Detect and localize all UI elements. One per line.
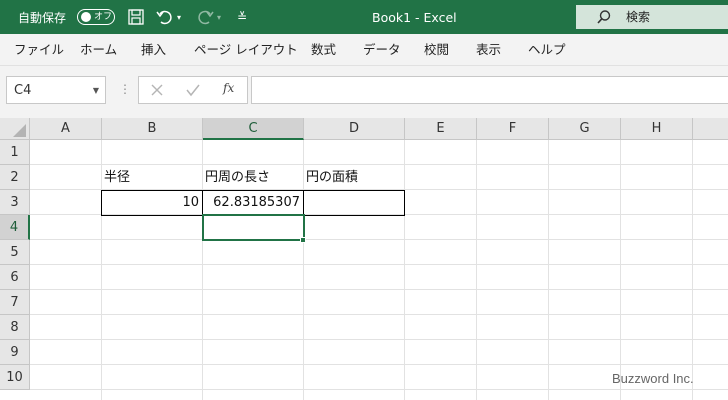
column-header-b[interactable]: B [102, 118, 203, 140]
tab-page-layout[interactable]: ページ レイアウト [194, 34, 298, 66]
row-header-6[interactable]: 6 [0, 265, 30, 290]
window-title: Book1 - Excel [372, 9, 457, 25]
gridline [404, 140, 405, 400]
cell-d2[interactable]: 円の面積 [306, 165, 404, 190]
watermark: Buzzword Inc. [612, 371, 694, 386]
undo-dropdown-icon[interactable]: ▾ [177, 0, 181, 34]
selected-cell-c4[interactable] [202, 214, 305, 241]
tab-file[interactable]: ファイル [14, 34, 64, 66]
ribbon-tabs: ファイル ホーム 挿入 ページ レイアウト 数式 データ 校閲 表示 ヘルプ [0, 34, 728, 66]
gridline [692, 140, 693, 400]
search-icon [596, 9, 612, 29]
autosave-state: オフ [94, 12, 113, 22]
row-header-9[interactable]: 9 [0, 340, 30, 365]
gridline [548, 140, 549, 400]
redo-dropdown-icon[interactable]: ▾ [217, 0, 221, 34]
tab-insert[interactable]: 挿入 [141, 34, 166, 66]
enter-icon[interactable] [186, 82, 200, 101]
gridline [476, 140, 477, 400]
search-label: 検索 [626, 10, 651, 24]
select-all-corner[interactable] [0, 118, 30, 140]
fill-handle[interactable] [300, 237, 306, 243]
name-box-value: C4 [14, 83, 32, 98]
autosave-label: 自動保存 [18, 10, 67, 25]
cell-c3[interactable]: 62.83185307 [203, 190, 303, 215]
row-header-4[interactable]: 4 [0, 215, 30, 240]
row-header-5[interactable]: 5 [0, 240, 30, 265]
spreadsheet-grid: A B C D E F G H 1 2 3 4 5 6 7 8 9 10 半径 … [0, 118, 728, 400]
save-icon[interactable] [127, 0, 145, 34]
tab-data[interactable]: データ [363, 34, 401, 66]
column-header-e[interactable]: E [405, 118, 477, 140]
cell-d3[interactable] [305, 190, 404, 215]
row-header-2[interactable]: 2 [0, 165, 30, 190]
row-header-3[interactable]: 3 [0, 190, 30, 215]
row-header-1[interactable]: 1 [0, 140, 30, 165]
autosave-toggle[interactable]: オフ [77, 9, 115, 25]
tab-home[interactable]: ホーム [80, 34, 117, 66]
cell-b2[interactable]: 半径 [104, 165, 202, 190]
gridline [101, 140, 102, 400]
row-header-10[interactable]: 10 [0, 365, 30, 390]
search-box[interactable]: 検索 [576, 5, 728, 29]
column-header-d[interactable]: D [304, 118, 405, 140]
gridline [303, 140, 304, 400]
redo-icon[interactable] [196, 0, 214, 34]
tab-formulas[interactable]: 数式 [311, 34, 336, 66]
column-header-c[interactable]: C [203, 118, 304, 140]
column-header-i[interactable] [693, 118, 728, 140]
formula-input[interactable] [251, 76, 728, 104]
title-bar: 自動保存 オフ ▾ ▾ ≚ Book1 - Excel 検索 [0, 0, 728, 34]
row-header-7[interactable]: 7 [0, 290, 30, 315]
formula-buttons: fx [138, 76, 248, 104]
formula-bar: C4 ▼ ⋮ fx [0, 66, 728, 118]
column-header-g[interactable]: G [549, 118, 621, 140]
column-header-a[interactable]: A [30, 118, 102, 140]
gridline [202, 140, 203, 400]
tab-review[interactable]: 校閲 [424, 34, 449, 66]
more-options-icon[interactable]: ⋮ [119, 82, 131, 96]
gridline [620, 140, 621, 400]
customize-toolbar-icon[interactable]: ≚ [237, 0, 247, 34]
column-header-h[interactable]: H [621, 118, 693, 140]
insert-function-icon[interactable]: fx [223, 81, 234, 95]
undo-icon[interactable] [156, 0, 174, 34]
name-box-dropdown-icon[interactable]: ▼ [93, 77, 99, 105]
cancel-icon[interactable] [150, 82, 164, 101]
toggle-knob [81, 12, 91, 22]
name-box[interactable]: C4 ▼ [6, 76, 106, 104]
cell-b3[interactable]: 10 [102, 190, 202, 215]
cell-c2[interactable]: 円周の長さ [205, 165, 303, 190]
tab-view[interactable]: 表示 [476, 34, 501, 66]
tab-help[interactable]: ヘルプ [528, 34, 566, 66]
column-header-f[interactable]: F [477, 118, 549, 140]
row-header-8[interactable]: 8 [0, 315, 30, 340]
